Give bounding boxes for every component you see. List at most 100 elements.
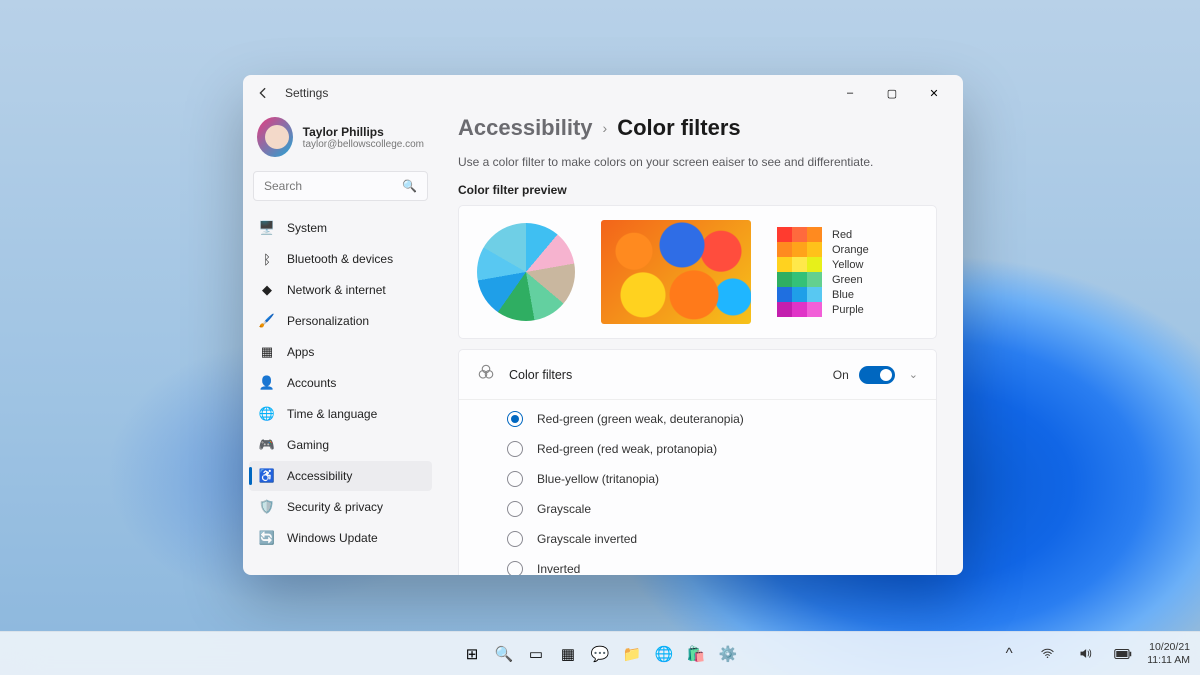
sidebar-item-personalization[interactable]: 🖌️Personalization: [249, 306, 432, 336]
breadcrumb-current: Color filters: [617, 115, 740, 141]
nav-icon: 🌐: [259, 406, 275, 422]
user-name: Taylor Phillips: [303, 125, 424, 139]
radio-icon: [507, 441, 523, 457]
breadcrumb: Accessibility › Color filters: [458, 115, 937, 141]
nav-icon: ▦: [259, 344, 275, 360]
swatch-label: Green: [832, 274, 863, 286]
nav-label: System: [287, 221, 327, 235]
battery-icon[interactable]: [1109, 640, 1137, 668]
nav-label: Windows Update: [287, 531, 378, 545]
search-icon: 🔍: [402, 179, 417, 193]
search-input[interactable]: Search 🔍: [253, 171, 428, 201]
page-description: Use a color filter to make colors on you…: [458, 155, 937, 169]
nav-icon: 👤: [259, 375, 275, 391]
nav-label: Network & internet: [287, 283, 386, 297]
swatch-label: Blue: [832, 289, 854, 301]
swatch-row: Blue: [777, 287, 897, 302]
radio-icon: [507, 471, 523, 487]
nav-label: Accounts: [287, 376, 336, 390]
taskbar-store-icon[interactable]: 🛍️: [682, 640, 710, 668]
chevron-down-icon: ⌄: [909, 368, 918, 381]
sidebar-item-system[interactable]: 🖥️System: [249, 213, 432, 243]
taskbar-settings-icon[interactable]: ⚙️: [714, 640, 742, 668]
nav-icon: 🔄: [259, 530, 275, 546]
color-swatches: Red Orange Yellow Green BluePurple: [777, 227, 897, 317]
color-filter-preview: Red Orange Yellow Green BluePurple: [458, 205, 937, 339]
close-button[interactable]: ✕: [913, 78, 955, 108]
color-filter-option[interactable]: Inverted: [459, 554, 936, 575]
sidebar-item-accounts[interactable]: 👤 Accounts: [249, 368, 432, 398]
volume-icon[interactable]: [1071, 640, 1099, 668]
minimize-button[interactable]: –: [829, 78, 871, 108]
chevron-right-icon: ›: [603, 120, 608, 136]
sidebar-item-security-privacy[interactable]: 🛡️Security & privacy: [249, 492, 432, 522]
color-filters-label: Color filters: [509, 368, 572, 382]
color-wheel-graphic: [477, 223, 575, 321]
sidebar-item-network-internet[interactable]: ◆ Network & internet: [249, 275, 432, 305]
color-filter-option[interactable]: Red-green (green weak, deuteranopia): [459, 404, 936, 434]
swatch-row: Yellow: [777, 257, 897, 272]
sidebar-item-apps[interactable]: ▦Apps: [249, 337, 432, 367]
titlebar: Settings – ▢ ✕: [243, 75, 963, 111]
content-pane: Accessibility › Color filters Use a colo…: [438, 111, 963, 575]
nav-icon: 🖌️: [259, 313, 275, 329]
user-block[interactable]: Taylor Phillips taylor@bellowscollege.co…: [249, 111, 432, 169]
sidebar-item-gaming[interactable]: 🎮Gaming: [249, 430, 432, 460]
color-filter-icon: [477, 363, 495, 386]
swatch-row: Green: [777, 272, 897, 287]
taskbar: ⊞🔍▭▦💬📁🌐🛍️⚙️ ^ 10/20/21 11:11 AM: [0, 631, 1200, 675]
swatch-label: Orange: [832, 244, 869, 256]
taskbar-task-view-icon[interactable]: ▭: [522, 640, 550, 668]
radio-icon: [507, 411, 523, 427]
swatch-label: Red: [832, 229, 852, 241]
swatch-row: Purple: [777, 302, 897, 317]
radio-label: Inverted: [537, 562, 580, 575]
sidebar-item-bluetooth-devices[interactable]: ᛒBluetooth & devices: [249, 244, 432, 274]
nav-icon: ◆: [259, 282, 275, 298]
user-email: taylor@bellowscollege.com: [303, 139, 424, 150]
radio-icon: [507, 531, 523, 547]
color-filter-options: Red-green (green weak, deuteranopia) Red-…: [459, 399, 936, 575]
nav-label: Accessibility: [287, 469, 352, 483]
tray-chevron-icon[interactable]: ^: [995, 640, 1023, 668]
sidebar-item-accessibility[interactable]: ♿ Accessibility: [249, 461, 432, 491]
taskbar-clock[interactable]: 10/20/21 11:11 AM: [1147, 641, 1190, 665]
taskbar-file-explorer-icon[interactable]: 📁: [618, 640, 646, 668]
taskbar-edge-icon[interactable]: 🌐: [650, 640, 678, 668]
nav-label: Bluetooth & devices: [287, 252, 393, 266]
sidebar-item-windows-update[interactable]: 🔄 Windows Update: [249, 523, 432, 553]
color-filters-toggle-row[interactable]: Color filters On ⌄: [459, 350, 936, 399]
color-filter-option[interactable]: Grayscale inverted: [459, 524, 936, 554]
radio-label: Grayscale inverted: [537, 532, 637, 546]
radio-icon: [507, 561, 523, 575]
color-filter-option[interactable]: Blue-yellow (tritanopia): [459, 464, 936, 494]
breadcrumb-parent[interactable]: Accessibility: [458, 115, 593, 141]
nav-icon: ♿: [259, 468, 275, 484]
search-placeholder: Search: [264, 179, 302, 193]
taskbar-time: 11:11 AM: [1147, 654, 1190, 666]
taskbar-widgets-icon[interactable]: ▦: [554, 640, 582, 668]
radio-label: Red-green (green weak, deuteranopia): [537, 412, 744, 426]
taskbar-start-icon[interactable]: ⊞: [458, 640, 486, 668]
avatar: [257, 117, 293, 157]
maximize-button[interactable]: ▢: [871, 78, 913, 108]
wifi-icon[interactable]: [1033, 640, 1061, 668]
swatch-row: Red: [777, 227, 897, 242]
sample-photo-graphic: [601, 220, 751, 324]
color-filter-option[interactable]: Red-green (red weak, protanopia): [459, 434, 936, 464]
radio-label: Blue-yellow (tritanopia): [537, 472, 659, 486]
color-filter-option[interactable]: Grayscale: [459, 494, 936, 524]
preview-section-label: Color filter preview: [458, 183, 937, 197]
sidebar-item-time-language[interactable]: 🌐 Time & language: [249, 399, 432, 429]
back-button[interactable]: [251, 81, 275, 105]
swatch-label: Yellow: [832, 259, 863, 271]
nav-label: Time & language: [287, 407, 377, 421]
taskbar-date: 10/20/21: [1149, 641, 1190, 653]
nav-icon: 🎮: [259, 437, 275, 453]
color-filters-toggle[interactable]: [859, 366, 895, 384]
window-title: Settings: [285, 86, 328, 100]
taskbar-chat-icon[interactable]: 💬: [586, 640, 614, 668]
taskbar-search-icon[interactable]: 🔍: [490, 640, 518, 668]
sidebar: Taylor Phillips taylor@bellowscollege.co…: [243, 111, 438, 575]
color-filters-card: Color filters On ⌄ Red-green (green weak…: [458, 349, 937, 575]
